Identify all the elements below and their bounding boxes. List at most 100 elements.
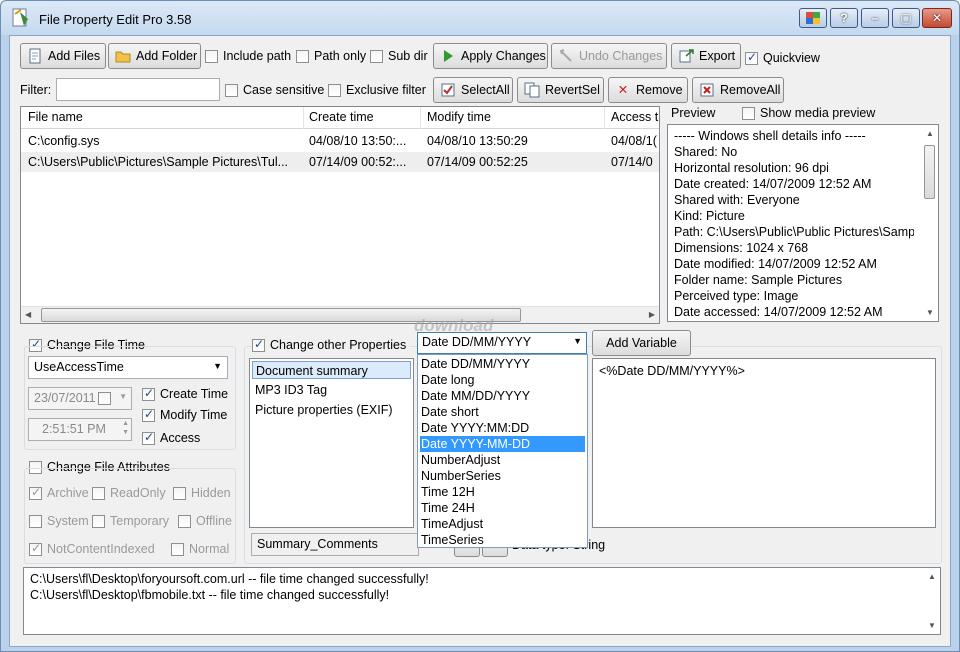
expression-editor[interactable]: <%Date DD/MM/YYYY%> bbox=[592, 358, 936, 528]
revert-sel-button[interactable]: RevertSel bbox=[517, 77, 604, 103]
list-item[interactable]: MP3 ID3 Tag bbox=[252, 381, 327, 399]
dropdown-option-highlighted[interactable]: Date YYYY-MM-DD bbox=[420, 436, 585, 452]
exclusive-filter-checkbox[interactable]: Exclusive filter bbox=[328, 83, 426, 97]
checkbox-box[interactable] bbox=[252, 337, 265, 352]
maximize-button[interactable]: ▢ bbox=[892, 8, 920, 28]
close-button[interactable]: ✕ bbox=[922, 8, 952, 28]
apply-changes-button[interactable]: Apply Changes bbox=[433, 43, 548, 69]
access-checkbox[interactable]: Access bbox=[142, 430, 200, 445]
normal-checkbox[interactable]: Normal bbox=[171, 542, 229, 556]
create-time-checkbox[interactable]: Create Time bbox=[142, 386, 228, 401]
scroll-thumb[interactable] bbox=[924, 145, 935, 199]
list-item[interactable]: Document summary bbox=[252, 361, 411, 379]
dropdown-option[interactable]: Date DD/MM/YYYY bbox=[420, 356, 530, 372]
checkbox-box[interactable] bbox=[205, 49, 218, 63]
archive-checkbox[interactable]: Archive bbox=[29, 485, 89, 500]
file-list-horizontal-scrollbar[interactable]: ◀ ▶ bbox=[21, 306, 659, 323]
add-folder-button[interactable]: Add Folder bbox=[108, 43, 201, 69]
not-content-indexed-checkbox[interactable]: NotContentIndexed bbox=[29, 541, 155, 556]
column-access-time[interactable]: Access t bbox=[611, 110, 659, 124]
hidden-checkbox[interactable]: Hidden bbox=[173, 486, 231, 500]
remove-all-button[interactable]: RemoveAll bbox=[692, 77, 784, 103]
temporary-checkbox[interactable]: Temporary bbox=[92, 514, 169, 528]
checkbox-box[interactable] bbox=[178, 514, 191, 528]
case-sensitive-checkbox[interactable]: Case sensitive bbox=[225, 83, 324, 97]
calendar-dropdown-icon[interactable]: ▼ bbox=[119, 392, 127, 401]
modify-time-checkbox[interactable]: Modify Time bbox=[142, 407, 227, 422]
checkbox-box[interactable] bbox=[745, 50, 758, 65]
dropdown-option[interactable]: Time 12H bbox=[420, 484, 475, 500]
add-files-button[interactable]: Add Files bbox=[20, 43, 106, 69]
variable-dropdown-list[interactable]: Date DD/MM/YYYY Date long Date MM/DD/YYY… bbox=[417, 354, 588, 548]
dropdown-option[interactable]: NumberAdjust bbox=[420, 452, 500, 468]
log-output[interactable]: C:\Users\fl\Desktop\foryoursoft.com.url … bbox=[23, 567, 941, 635]
select-all-button[interactable]: SelectAll bbox=[433, 77, 513, 103]
column-create-time[interactable]: Create time bbox=[309, 110, 374, 124]
dropdown-option[interactable]: NumberSeries bbox=[420, 468, 501, 484]
offline-checkbox[interactable]: Offline bbox=[178, 514, 232, 528]
dropdown-option[interactable]: Time 24H bbox=[420, 500, 475, 516]
date-picker[interactable]: 23/07/2011 ▼ bbox=[28, 387, 132, 410]
checkbox-box[interactable] bbox=[29, 541, 42, 556]
log-vertical-scrollbar[interactable]: ▲ ▼ bbox=[923, 568, 940, 634]
include-path-checkbox[interactable]: Include path bbox=[205, 49, 291, 63]
scroll-left-icon[interactable]: ◀ bbox=[25, 310, 31, 319]
scroll-right-icon[interactable]: ▶ bbox=[649, 310, 655, 319]
checkbox-box[interactable] bbox=[29, 514, 42, 528]
undo-changes-button[interactable]: Undo Changes bbox=[551, 43, 667, 69]
checkbox-box[interactable] bbox=[142, 407, 155, 422]
column-file-name[interactable]: File name bbox=[28, 110, 83, 124]
dropdown-option[interactable]: TimeSeries bbox=[420, 532, 484, 548]
remove-button[interactable]: ✕ Remove bbox=[608, 77, 688, 103]
dropdown-option[interactable]: Date MM/DD/YYYY bbox=[420, 388, 530, 404]
checkbox-box[interactable] bbox=[225, 83, 238, 97]
dropdown-option[interactable]: Date YYYY:MM:DD bbox=[420, 420, 529, 436]
checkbox-box[interactable] bbox=[742, 106, 755, 120]
date-checkbox[interactable] bbox=[98, 392, 111, 405]
checkbox-box[interactable] bbox=[328, 83, 341, 97]
checkbox-box[interactable] bbox=[296, 49, 309, 63]
checkbox-box[interactable] bbox=[142, 386, 155, 401]
quickview-checkbox[interactable]: Quickview bbox=[745, 50, 820, 65]
help-button[interactable]: ? bbox=[830, 8, 858, 28]
filter-input[interactable] bbox=[56, 78, 220, 101]
column-divider[interactable] bbox=[604, 107, 605, 129]
list-item[interactable]: Picture properties (EXIF) bbox=[252, 401, 393, 419]
dropdown-option[interactable]: TimeAdjust bbox=[420, 516, 483, 532]
show-media-preview-checkbox[interactable]: Show media preview bbox=[742, 106, 875, 120]
checkbox-box[interactable] bbox=[370, 49, 383, 63]
table-row[interactable]: C:\Users\Public\Pictures\Sample Pictures… bbox=[21, 152, 659, 172]
change-other-properties-checkbox[interactable]: Change other Properties bbox=[252, 337, 410, 352]
file-list[interactable]: File name Create time Modify time Access… bbox=[20, 106, 660, 324]
preview-vertical-scrollbar[interactable]: ▲ ▼ bbox=[921, 125, 938, 321]
table-row[interactable]: C:\config.sys 04/08/10 13:50:... 04/08/1… bbox=[21, 131, 659, 151]
checkbox-box[interactable] bbox=[142, 430, 155, 445]
checkbox-box[interactable] bbox=[92, 514, 105, 528]
column-divider[interactable] bbox=[420, 107, 421, 129]
time-picker[interactable]: 2:51:51 PM ▲ ▼ bbox=[28, 418, 132, 441]
checkbox-box[interactable] bbox=[92, 486, 105, 500]
preview-text[interactable]: ----- Windows shell details info ----- S… bbox=[667, 124, 939, 322]
column-modify-time[interactable]: Modify time bbox=[427, 110, 491, 124]
scroll-up-icon[interactable]: ▲ bbox=[928, 572, 936, 581]
minimize-button[interactable]: – bbox=[861, 8, 889, 28]
path-only-checkbox[interactable]: Path only bbox=[296, 49, 366, 63]
time-mode-select[interactable]: UseAccessTime ▼ bbox=[28, 356, 228, 379]
checkbox-box[interactable] bbox=[173, 486, 186, 500]
property-category-list[interactable]: Document summary MP3 ID3 Tag Picture pro… bbox=[249, 358, 414, 528]
checkbox-box[interactable] bbox=[29, 485, 42, 500]
color-theme-button[interactable] bbox=[799, 8, 827, 28]
spinner-icon[interactable]: ▲ ▼ bbox=[122, 419, 129, 437]
dropdown-option[interactable]: Date long bbox=[420, 372, 475, 388]
scroll-up-icon[interactable]: ▲ bbox=[926, 129, 934, 138]
dropdown-option[interactable]: Date short bbox=[420, 404, 479, 420]
checkbox-box[interactable] bbox=[171, 542, 184, 556]
scroll-down-icon[interactable]: ▼ bbox=[928, 621, 936, 630]
column-divider[interactable] bbox=[303, 107, 304, 129]
add-variable-button[interactable]: Add Variable bbox=[592, 330, 691, 356]
sub-dir-checkbox[interactable]: Sub dir bbox=[370, 49, 428, 63]
export-button[interactable]: Export bbox=[671, 43, 741, 69]
property-field-select[interactable]: Summary_Comments bbox=[251, 533, 419, 556]
system-checkbox[interactable]: System bbox=[29, 514, 89, 528]
readonly-checkbox[interactable]: ReadOnly bbox=[92, 486, 166, 500]
